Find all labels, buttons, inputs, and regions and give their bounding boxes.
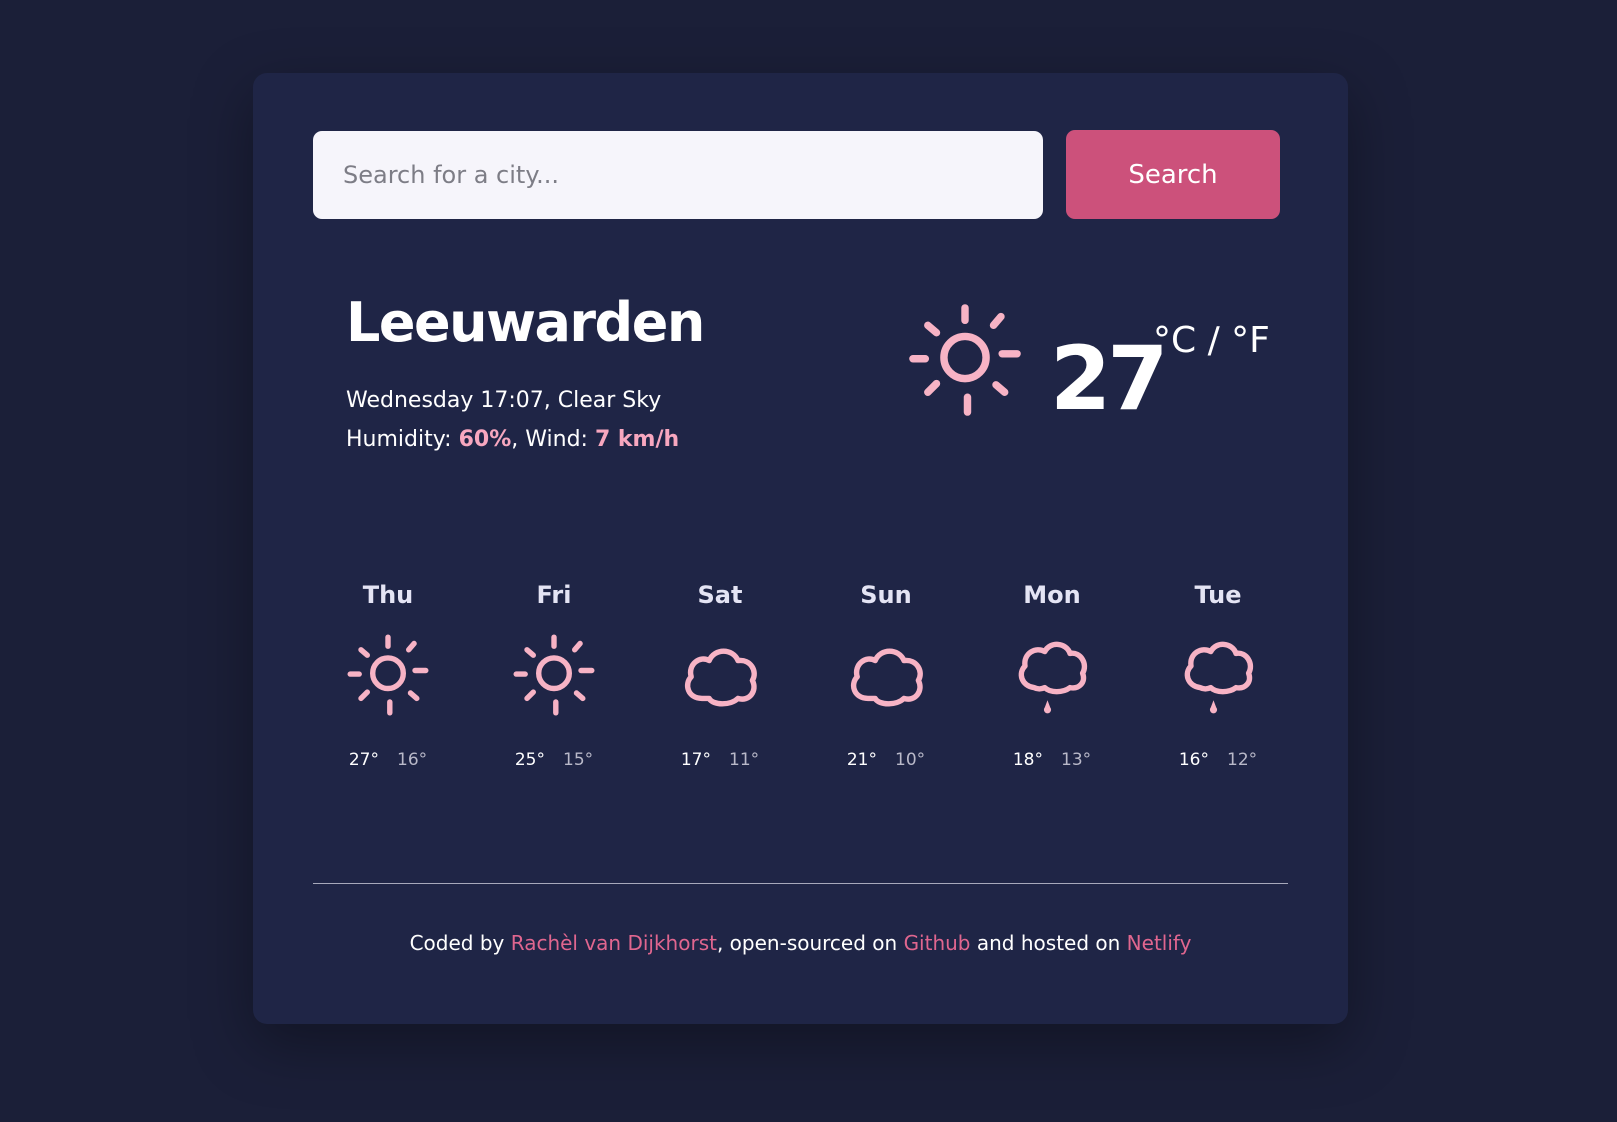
forecast-day: Thu 27° 16° xyxy=(305,580,471,770)
forecast-day: Mon 18° 13° xyxy=(969,580,1135,770)
footer: Coded by Rachèl van Dijkhorst, open-sour… xyxy=(253,931,1348,955)
forecast-min: 10° xyxy=(895,750,926,770)
datetime-description: Wednesday 17:07, Clear Sky xyxy=(346,388,662,413)
forecast-day: Fri 25° 15° xyxy=(471,580,637,770)
forecast-min: 16° xyxy=(397,750,428,770)
forecast-day-name: Sun xyxy=(860,581,912,609)
forecast-min: 13° xyxy=(1061,750,1092,770)
forecast-day: Tue 16° 12° xyxy=(1135,580,1301,770)
wind-value: 7 km/h xyxy=(594,427,680,452)
author-link[interactable]: Rachèl van Dijkhorst xyxy=(511,931,717,955)
rain-cloud-icon xyxy=(1018,641,1088,714)
sun-icon xyxy=(513,634,595,716)
forecast-min: 12° xyxy=(1227,750,1258,770)
forecast-max: 21° xyxy=(846,750,877,770)
forecast-temps: 18° 13° xyxy=(969,750,1135,770)
forecast-day-name: Sat xyxy=(697,581,743,609)
footer-prefix: Coded by xyxy=(409,931,511,955)
footer-middle2: and hosted on xyxy=(970,931,1127,955)
current-datetime: Wednesday 17:07 xyxy=(346,388,544,413)
forecast-min: 11° xyxy=(729,750,760,770)
forecast-max: 25° xyxy=(514,750,545,770)
search-button[interactable]: Search xyxy=(1066,130,1280,219)
forecast-day: Sat 17° 11° xyxy=(637,580,803,770)
weather-card: Search Leeuwarden Wednesday 17:07, Clear… xyxy=(253,73,1348,1024)
divider xyxy=(313,883,1288,884)
forecast-min: 15° xyxy=(563,750,594,770)
forecast-max: 18° xyxy=(1012,750,1043,770)
forecast-temps: 25° 15° xyxy=(471,750,637,770)
current-details: Wednesday 17:07, Clear Sky Humidity: 60%… xyxy=(346,381,679,459)
forecast-max: 27° xyxy=(348,750,379,770)
current-temperature: 27 xyxy=(1050,327,1168,430)
forecast-day-name: Fri xyxy=(536,581,572,609)
humidity-label: Humidity: xyxy=(346,427,452,452)
forecast-temps: 16° 12° xyxy=(1135,750,1301,770)
humidity-value: 60% xyxy=(458,427,512,452)
forecast-max: 17° xyxy=(680,750,711,770)
forecast-day-name: Tue xyxy=(1194,581,1242,609)
wind-label: Wind: xyxy=(525,427,588,452)
forecast-list: Thu 27° 16° Fri 25° 15° Sat 17° 11° Sun 21° 10° Mon 1… xyxy=(305,580,1305,780)
rain-cloud-icon xyxy=(1184,641,1254,714)
sun-icon xyxy=(909,304,1021,416)
footer-middle: , open-sourced on xyxy=(716,931,904,955)
forecast-temps: 17° 11° xyxy=(637,750,803,770)
forecast-day-name: Mon xyxy=(1023,581,1081,609)
github-link[interactable]: Github xyxy=(904,931,971,955)
city-name: Leeuwarden xyxy=(346,291,705,354)
unit-toggle[interactable]: °C / °F xyxy=(1153,323,1270,359)
current-description: Clear Sky xyxy=(557,388,662,413)
cloud-icon xyxy=(684,648,757,707)
sun-icon xyxy=(347,634,429,716)
cloud-icon xyxy=(850,648,923,707)
netlify-link[interactable]: Netlify xyxy=(1127,931,1192,955)
forecast-temps: 21° 10° xyxy=(803,750,969,770)
forecast-max: 16° xyxy=(1178,750,1209,770)
forecast-day: Sun 21° 10° xyxy=(803,580,969,770)
forecast-temps: 27° 16° xyxy=(305,750,471,770)
city-search-input[interactable] xyxy=(313,131,1043,219)
humidity-wind: Humidity: 60%, Wind: 7 km/h xyxy=(346,427,680,452)
forecast-day-name: Thu xyxy=(362,581,414,609)
